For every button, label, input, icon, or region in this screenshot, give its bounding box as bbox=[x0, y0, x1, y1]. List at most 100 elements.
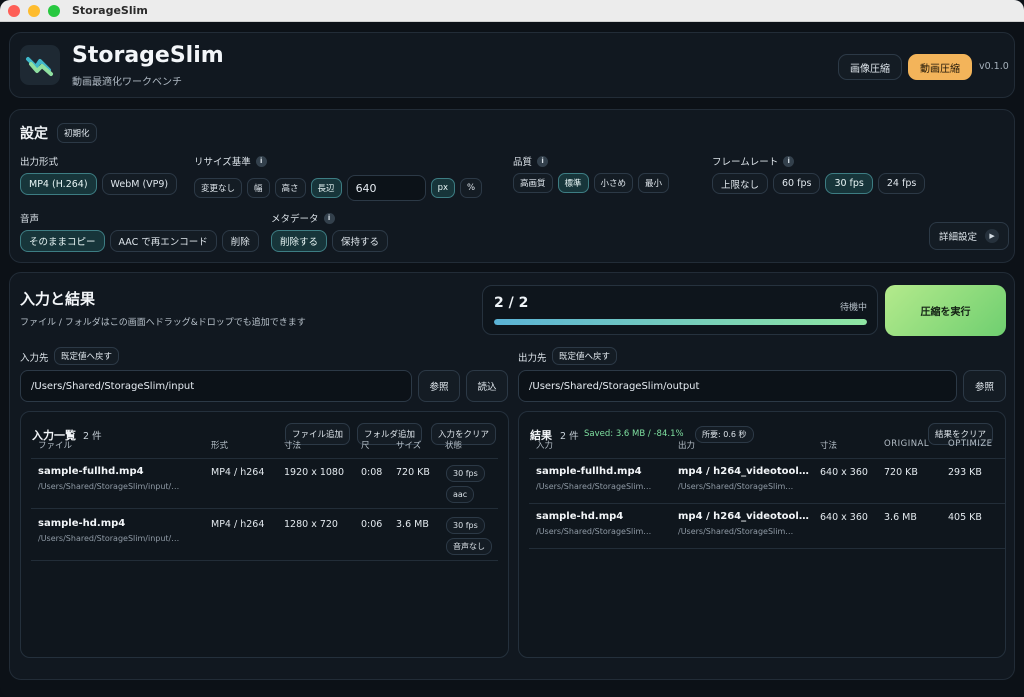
result-input-name: sample-fullhd.mp4 bbox=[536, 466, 642, 477]
file-path: /Users/Shared/StorageSlim/input/… bbox=[38, 534, 180, 543]
image-compress-mode-button[interactable]: 画像圧縮 bbox=[838, 54, 902, 80]
output-path-field[interactable]: /Users/Shared/StorageSlim/output bbox=[518, 370, 957, 402]
framerate-info-icon[interactable]: i bbox=[783, 155, 795, 167]
window-title: StorageSlim bbox=[72, 4, 148, 17]
app-header: StorageSlim 動画最適化ワークベンチ 画像圧縮 動画圧縮 v0.1.0 bbox=[9, 32, 1015, 98]
col-output[interactable]: 出力 bbox=[678, 439, 695, 451]
input-list-panel: 入力一覧 2 件 ファイル追加 フォルダ追加 入力をクリア ファイル 形式 寸法… bbox=[20, 411, 509, 658]
file-path: /Users/Shared/StorageSlim/input/… bbox=[38, 482, 180, 491]
input-path-field[interactable]: /Users/Shared/StorageSlim/input bbox=[20, 370, 412, 402]
input-reset-default-button[interactable]: 既定値へ戻す bbox=[54, 347, 120, 365]
io-title: 入力と結果 bbox=[20, 290, 96, 308]
output-format-label: 出力形式 bbox=[20, 157, 59, 168]
app-name: StorageSlim bbox=[72, 43, 224, 68]
file-size: 3.6 MB bbox=[396, 519, 429, 530]
col-optimized[interactable]: OPTIMIZE bbox=[948, 439, 993, 449]
format-mp4-option[interactable]: MP4 (H.264) bbox=[20, 173, 97, 195]
file-duration: 0:06 bbox=[361, 519, 383, 530]
input-list-count: 2 件 bbox=[83, 431, 102, 442]
file-format: MP4 / h264 bbox=[211, 467, 265, 478]
metadata-keep-option[interactable]: 保持する bbox=[332, 230, 389, 252]
clear-input-button[interactable]: 入力をクリア bbox=[431, 423, 497, 445]
quality-info-icon[interactable]: i bbox=[537, 155, 549, 167]
quality-standard-option[interactable]: 標準 bbox=[557, 173, 589, 193]
output-reset-default-button[interactable]: 既定値へ戻す bbox=[552, 347, 618, 365]
file-size: 720 KB bbox=[396, 467, 430, 478]
progress-card: 2 / 2 待機中 bbox=[482, 285, 878, 335]
version-label: v0.1.0 bbox=[979, 61, 1009, 72]
row-divider bbox=[529, 503, 1005, 504]
col-status[interactable]: 状態 bbox=[445, 439, 462, 451]
settings-panel: 設定 初期化 出力形式 MP4 (H.264) WebM (VP9) リサイズ基… bbox=[9, 109, 1015, 263]
metadata-remove-option[interactable]: 削除する bbox=[271, 230, 328, 252]
audio-badge: aac bbox=[446, 486, 475, 503]
unit-px-option[interactable]: px bbox=[430, 178, 455, 198]
title-bar: StorageSlim bbox=[0, 0, 1024, 22]
col-dims[interactable]: 寸法 bbox=[820, 439, 837, 451]
zoom-window-button[interactable] bbox=[48, 4, 60, 17]
fps-unlimited-option[interactable]: 上限なし bbox=[712, 173, 769, 194]
minimize-window-button[interactable] bbox=[28, 4, 40, 17]
col-original[interactable]: ORIGINAL bbox=[884, 439, 929, 449]
metadata-group: 削除する 保持する bbox=[271, 230, 389, 252]
result-input-path: /Users/Shared/StorageSlim… bbox=[536, 527, 652, 536]
resize-value-input[interactable]: 640 bbox=[346, 175, 426, 201]
progress-count: 2 / 2 bbox=[494, 295, 529, 311]
result-output-path: /Users/Shared/StorageSlim… bbox=[678, 527, 794, 536]
input-browse-button[interactable]: 参照 bbox=[418, 370, 460, 402]
metadata-label: メタデータ i bbox=[271, 211, 335, 225]
fps-badge: 30 fps bbox=[446, 465, 485, 482]
file-name: sample-hd.mp4 bbox=[38, 518, 126, 529]
result-output-codec: mp4 / h264_videotool… bbox=[678, 511, 809, 522]
resize-info-icon[interactable]: i bbox=[255, 155, 267, 167]
output-format-group: MP4 (H.264) WebM (VP9) bbox=[20, 173, 178, 195]
fps-24-option[interactable]: 24 fps bbox=[877, 173, 926, 194]
advanced-settings-label: 詳細設定 bbox=[939, 232, 978, 243]
fps-60-option[interactable]: 60 fps bbox=[773, 173, 821, 194]
quality-min-option[interactable]: 最小 bbox=[638, 173, 670, 193]
resize-height-option[interactable]: 高さ bbox=[274, 178, 306, 198]
col-file[interactable]: ファイル bbox=[38, 439, 72, 451]
unit-percent-option[interactable]: % bbox=[460, 178, 483, 198]
saved-summary: Saved: 3.6 MB / -84.1% bbox=[584, 429, 684, 439]
resize-width-option[interactable]: 幅 bbox=[247, 178, 270, 198]
input-dir-label: 入力先 bbox=[20, 353, 49, 364]
quality-label: 品質 i bbox=[513, 154, 549, 168]
audio-aac-option[interactable]: AAC で再エンコード bbox=[109, 230, 217, 252]
framerate-label: フレームレート i bbox=[712, 154, 795, 168]
col-format[interactable]: 形式 bbox=[211, 439, 228, 451]
col-size[interactable]: サイズ bbox=[396, 439, 421, 451]
row-divider bbox=[529, 548, 1005, 549]
col-input[interactable]: 入力 bbox=[536, 439, 553, 451]
resize-group: 変更なし 幅 高さ 長辺 640 px % bbox=[194, 175, 483, 201]
video-compress-mode-button[interactable]: 動画圧縮 bbox=[908, 54, 972, 80]
result-dims: 640 x 360 bbox=[820, 512, 868, 523]
output-browse-button[interactable]: 参照 bbox=[963, 370, 1006, 402]
col-dims[interactable]: 寸法 bbox=[284, 439, 301, 451]
audio-copy-option[interactable]: そのままコピー bbox=[20, 230, 105, 252]
quality-high-option[interactable]: 高画質 bbox=[513, 173, 553, 193]
output-dir-label: 出力先 bbox=[518, 353, 547, 364]
quality-small-option[interactable]: 小さめ bbox=[593, 173, 634, 193]
progress-bar-fill bbox=[494, 319, 867, 325]
result-original-size: 720 KB bbox=[884, 467, 918, 478]
resize-none-option[interactable]: 変更なし bbox=[194, 178, 243, 198]
file-dims: 1280 x 720 bbox=[284, 519, 338, 530]
input-load-button[interactable]: 読込 bbox=[466, 370, 508, 402]
run-compression-button[interactable]: 圧縮を実行 bbox=[885, 285, 1006, 336]
format-webm-option[interactable]: WebM (VP9) bbox=[101, 173, 178, 195]
audio-remove-option[interactable]: 削除 bbox=[221, 230, 259, 252]
results-count: 2 件 bbox=[560, 431, 579, 442]
resize-long-edge-option[interactable]: 長辺 bbox=[310, 178, 342, 198]
file-format: MP4 / h264 bbox=[211, 519, 265, 530]
reset-settings-button[interactable]: 初期化 bbox=[57, 123, 97, 143]
result-optimized-size: 405 KB bbox=[948, 512, 982, 523]
metadata-info-icon[interactable]: i bbox=[323, 212, 335, 224]
fps-30-option[interactable]: 30 fps bbox=[825, 173, 873, 194]
col-duration[interactable]: 尺 bbox=[361, 439, 370, 451]
audio-group: そのままコピー AAC で再エンコード 削除 bbox=[20, 230, 259, 252]
header-divider bbox=[529, 458, 1005, 459]
advanced-settings-button[interactable]: 詳細設定 ▶ bbox=[929, 222, 1010, 250]
close-window-button[interactable] bbox=[8, 4, 20, 17]
file-name: sample-fullhd.mp4 bbox=[38, 466, 144, 477]
